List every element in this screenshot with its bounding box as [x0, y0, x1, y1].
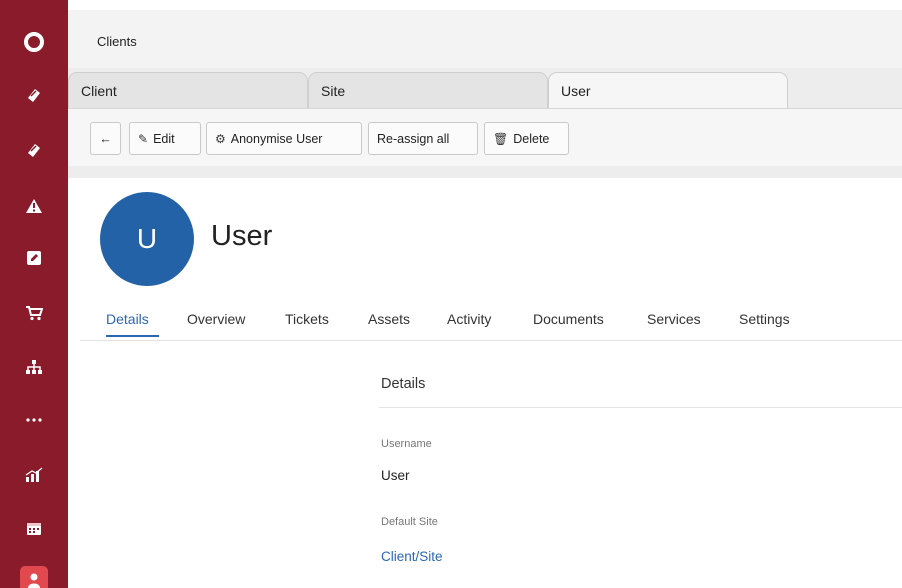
username-value: User [381, 468, 410, 483]
more-icon [26, 418, 42, 422]
tab-tickets[interactable]: Tickets [285, 311, 329, 327]
details-section-title: Details [381, 376, 426, 392]
back-button[interactable]: ← [90, 122, 121, 155]
sidebar-item-alerts[interactable] [0, 186, 68, 226]
tab-site[interactable]: Site [308, 72, 548, 108]
tab-overview[interactable]: Overview [187, 311, 245, 327]
user-icon [28, 573, 40, 588]
page-title: User [211, 220, 273, 252]
anonymise-label: Anonymise User [230, 131, 323, 146]
edit-icon: ✎ [138, 131, 149, 146]
avatar: U [100, 192, 194, 286]
warning-icon [26, 199, 42, 213]
sidebar-item-tickets-2[interactable] [0, 130, 68, 170]
ticket-icon [28, 144, 40, 157]
sidebar-item-more[interactable] [0, 400, 68, 440]
breadcrumb: Clients [68, 10, 902, 68]
ticket-icon [28, 89, 40, 102]
username-label: Username [381, 438, 432, 450]
tab-documents[interactable]: Documents [533, 311, 604, 327]
reassign-label: Re-assign all [377, 131, 450, 146]
tab-details[interactable]: Details [106, 311, 149, 327]
tab-services[interactable]: Services [647, 311, 701, 327]
sidebar-item-tickets[interactable] [0, 75, 68, 115]
anonymise-user-button[interactable]: ⚙ Anonymise User [206, 122, 362, 155]
tab-client[interactable]: Client [68, 72, 308, 108]
tab-assets[interactable]: Assets [368, 311, 410, 327]
sidebar-item-calendar[interactable] [0, 508, 68, 548]
sitemap-icon [26, 360, 42, 374]
default-site-link[interactable]: Client/Site [381, 549, 443, 564]
delete-label: Delete [513, 131, 550, 146]
circle-logo-icon [24, 32, 44, 52]
tab-activity[interactable]: Activity [447, 311, 491, 327]
edit-button[interactable]: ✎ Edit [129, 122, 201, 155]
active-tab-indicator [106, 335, 159, 337]
calendar-icon [27, 523, 41, 535]
tab-user[interactable]: User [548, 72, 788, 108]
sidebar-item-user[interactable] [0, 560, 68, 588]
sidebar-item-reports[interactable] [0, 455, 68, 495]
breadcrumb-clients[interactable]: Clients [97, 34, 137, 49]
main-panel [80, 178, 902, 588]
gear-icon: ⚙ [215, 131, 226, 146]
sidebar-item-sitemap[interactable] [0, 347, 68, 387]
sidebar-item-edit[interactable] [0, 238, 68, 278]
trash-icon: 🗑 [493, 131, 509, 146]
delete-button[interactable]: 🗑 Delete [484, 122, 569, 155]
reassign-all-button[interactable]: Re-assign all [368, 122, 478, 155]
cart-icon [26, 306, 43, 321]
chart-icon [25, 467, 43, 482]
arrow-left-icon: ← [99, 131, 112, 146]
sidebar-item-home[interactable] [0, 22, 68, 62]
tab-settings[interactable]: Settings [739, 311, 790, 327]
sidebar-item-cart[interactable] [0, 293, 68, 333]
avatar-letter: U [136, 223, 158, 254]
edit-label: Edit [153, 131, 175, 146]
edit-icon [27, 251, 41, 265]
default-site-label: Default Site [381, 516, 438, 528]
sidebar [0, 0, 68, 588]
